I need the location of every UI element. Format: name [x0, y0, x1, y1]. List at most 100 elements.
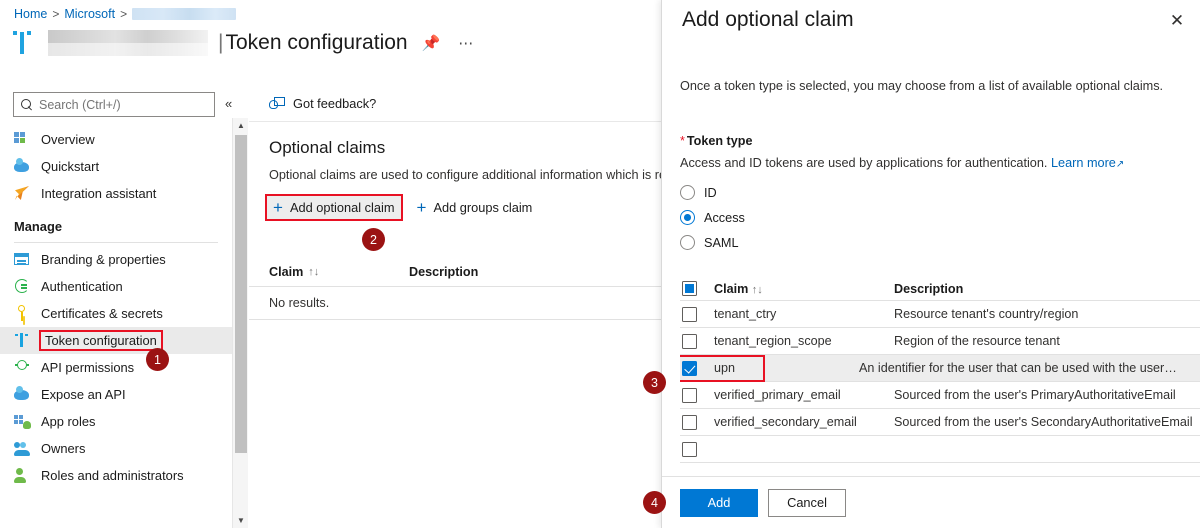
- authentication-icon: [14, 278, 31, 295]
- command-bar: + Add optional claim + Add groups claim: [249, 182, 661, 221]
- claim-checkbox[interactable]: [682, 306, 697, 322]
- claim-row-tenant-region-scope[interactable]: tenant_region_scope Region of the resour…: [680, 328, 1200, 355]
- breadcrumb-microsoft[interactable]: Microsoft: [64, 7, 115, 21]
- search-input[interactable]: [39, 97, 207, 112]
- row-checkbox-cell[interactable]: [680, 360, 714, 376]
- claims-table: Claim ↑↓ Description tenant_ctry Resourc…: [680, 277, 1200, 472]
- row-checkbox-cell[interactable]: [680, 414, 714, 430]
- claim-row-verified-secondary-email[interactable]: verified_secondary_email Sourced from th…: [680, 409, 1200, 436]
- sidebar-item-expose-an-api[interactable]: Expose an API: [0, 381, 232, 408]
- collapse-sidebar-icon[interactable]: «: [225, 96, 232, 111]
- learn-more-link[interactable]: Learn more↗: [1051, 156, 1124, 170]
- claim-description: Sourced from the user's PrimaryAuthorita…: [894, 388, 1176, 402]
- sidebar-item-label: API permissions: [41, 360, 135, 375]
- radio-option-id[interactable]: ID: [680, 180, 745, 205]
- sidebar-scrollbar[interactable]: ▲ ▼: [232, 118, 248, 528]
- api-permissions-icon: [14, 359, 31, 376]
- radio-icon[interactable]: [680, 235, 695, 250]
- add-groups-claim-command[interactable]: + Add groups claim: [411, 196, 539, 219]
- claim-description: An identifier for the user that can be u…: [859, 361, 1177, 375]
- scroll-down-arrow-icon[interactable]: ▼: [233, 513, 249, 528]
- claim-row-upn[interactable]: upn An identifier for the user that can …: [680, 354, 1200, 382]
- pin-icon[interactable]: 📌: [418, 36, 445, 51]
- claim-name: upn: [714, 361, 736, 375]
- claim-row-tenant-ctry[interactable]: tenant_ctry Resource tenant's country/re…: [680, 301, 1200, 328]
- got-feedback-button[interactable]: Got feedback?: [249, 86, 661, 111]
- breadcrumb-home[interactable]: Home: [14, 7, 47, 21]
- page-title: |Token configuration: [218, 31, 408, 55]
- sidebar-item-label: Expose an API: [41, 387, 126, 402]
- sidebar-item-app-roles[interactable]: App roles: [0, 408, 232, 435]
- claim-checkbox[interactable]: [682, 414, 697, 430]
- sidebar-item-roles-and-administrators[interactable]: Roles and administrators: [0, 462, 232, 489]
- got-feedback-label: Got feedback?: [293, 96, 377, 111]
- sidebar-item-label: Quickstart: [41, 159, 100, 174]
- sidebar-item-integration-assistant[interactable]: Integration assistant: [0, 180, 232, 207]
- claim-description: Region of the resource tenant: [894, 334, 1060, 348]
- row-checkbox-cell[interactable]: [680, 441, 714, 457]
- breadcrumb-app-name-redacted[interactable]: [132, 8, 237, 20]
- select-all-checkbox-cell[interactable]: [680, 281, 714, 296]
- radio-label: ID: [704, 185, 717, 200]
- sidebar-item-label: Branding & properties: [41, 252, 166, 267]
- annotation-badge-3: 3: [643, 371, 666, 394]
- sort-icon[interactable]: ↑↓: [308, 266, 319, 278]
- token-type-description: Access and ID tokens are used by applica…: [680, 156, 1124, 170]
- annotation-badge-2: 2: [362, 228, 385, 251]
- radio-option-saml[interactable]: SAML: [680, 230, 745, 255]
- feedback-person-icon: [269, 96, 285, 111]
- row-checkbox-cell[interactable]: [680, 333, 714, 349]
- radio-label: SAML: [704, 235, 739, 250]
- ellipsis-icon[interactable]: ⋯: [454, 36, 477, 51]
- scrollbar-thumb[interactable]: [235, 135, 247, 453]
- sidebar-item-branding-properties[interactable]: Branding & properties: [0, 246, 232, 273]
- sidebar-item-label: Roles and administrators: [41, 468, 184, 483]
- column-header-claim-label: Claim: [714, 281, 749, 296]
- external-link-icon: ↗: [1115, 159, 1125, 170]
- panel-intro-text: Once a token type is selected, you may c…: [680, 79, 1164, 93]
- claim-row-verified-primary-email[interactable]: verified_primary_email Sourced from the …: [680, 382, 1200, 409]
- add-groups-claim-label: Add groups claim: [433, 200, 533, 215]
- column-header-claim[interactable]: Claim ↑↓: [714, 282, 894, 296]
- sidebar-item-label: App roles: [41, 414, 96, 429]
- search-box[interactable]: [13, 92, 215, 117]
- claim-checkbox-checked[interactable]: [682, 360, 697, 376]
- close-icon[interactable]: ✕: [1166, 10, 1188, 32]
- add-optional-claim-command[interactable]: + Add optional claim: [265, 194, 403, 221]
- claim-checkbox[interactable]: [682, 333, 697, 349]
- learn-more-label: Learn more: [1050, 156, 1116, 170]
- sidebar-item-certificates-secrets[interactable]: Certificates & secrets: [0, 300, 232, 327]
- scroll-up-arrow-icon[interactable]: ▲: [233, 118, 249, 133]
- radio-icon-selected[interactable]: [680, 210, 695, 225]
- sidebar-nav-list: Overview Quickstart Integration assistan…: [0, 126, 232, 489]
- token-type-label: * Token type: [680, 134, 752, 148]
- claim-row-partial[interactable]: [680, 436, 1200, 463]
- sidebar-item-owners[interactable]: Owners: [0, 435, 232, 462]
- select-all-checkbox[interactable]: [682, 281, 697, 296]
- sidebar-item-quickstart[interactable]: Quickstart: [0, 153, 232, 180]
- main-content: Got feedback? Optional claims Optional c…: [249, 86, 661, 528]
- panel-title: Add optional claim: [682, 8, 854, 31]
- token-type-label-text: Token type: [686, 134, 753, 148]
- claim-checkbox[interactable]: [682, 441, 697, 457]
- app-roles-icon: [14, 413, 31, 430]
- required-marker: *: [680, 134, 685, 148]
- rocket-icon: [14, 185, 31, 202]
- sidebar-item-label: Token configuration: [39, 330, 163, 351]
- sort-icon[interactable]: ↑↓: [752, 284, 763, 296]
- row-checkbox-cell[interactable]: [680, 387, 714, 403]
- sidebar-item-authentication[interactable]: Authentication: [0, 273, 232, 300]
- radio-icon[interactable]: [680, 185, 695, 200]
- row-checkbox-cell[interactable]: [680, 306, 714, 322]
- panel-cancel-button[interactable]: Cancel: [768, 488, 846, 517]
- sidebar-item-token-configuration[interactable]: Token configuration: [0, 327, 232, 354]
- column-header-claim[interactable]: Claim ↑↓: [269, 265, 409, 279]
- sidebar-item-overview[interactable]: Overview: [0, 126, 232, 153]
- sidebar-item-label: Certificates & secrets: [41, 306, 163, 321]
- sidebar-item-api-permissions[interactable]: API permissions: [0, 354, 232, 381]
- claim-checkbox[interactable]: [682, 387, 697, 403]
- azure-portal-screen: Home > Microsoft > |Token configuration …: [0, 0, 1200, 528]
- claim-description: Sourced from the user's SecondaryAuthori…: [894, 415, 1193, 429]
- panel-add-button[interactable]: Add: [680, 488, 758, 517]
- radio-option-access[interactable]: Access: [680, 205, 745, 230]
